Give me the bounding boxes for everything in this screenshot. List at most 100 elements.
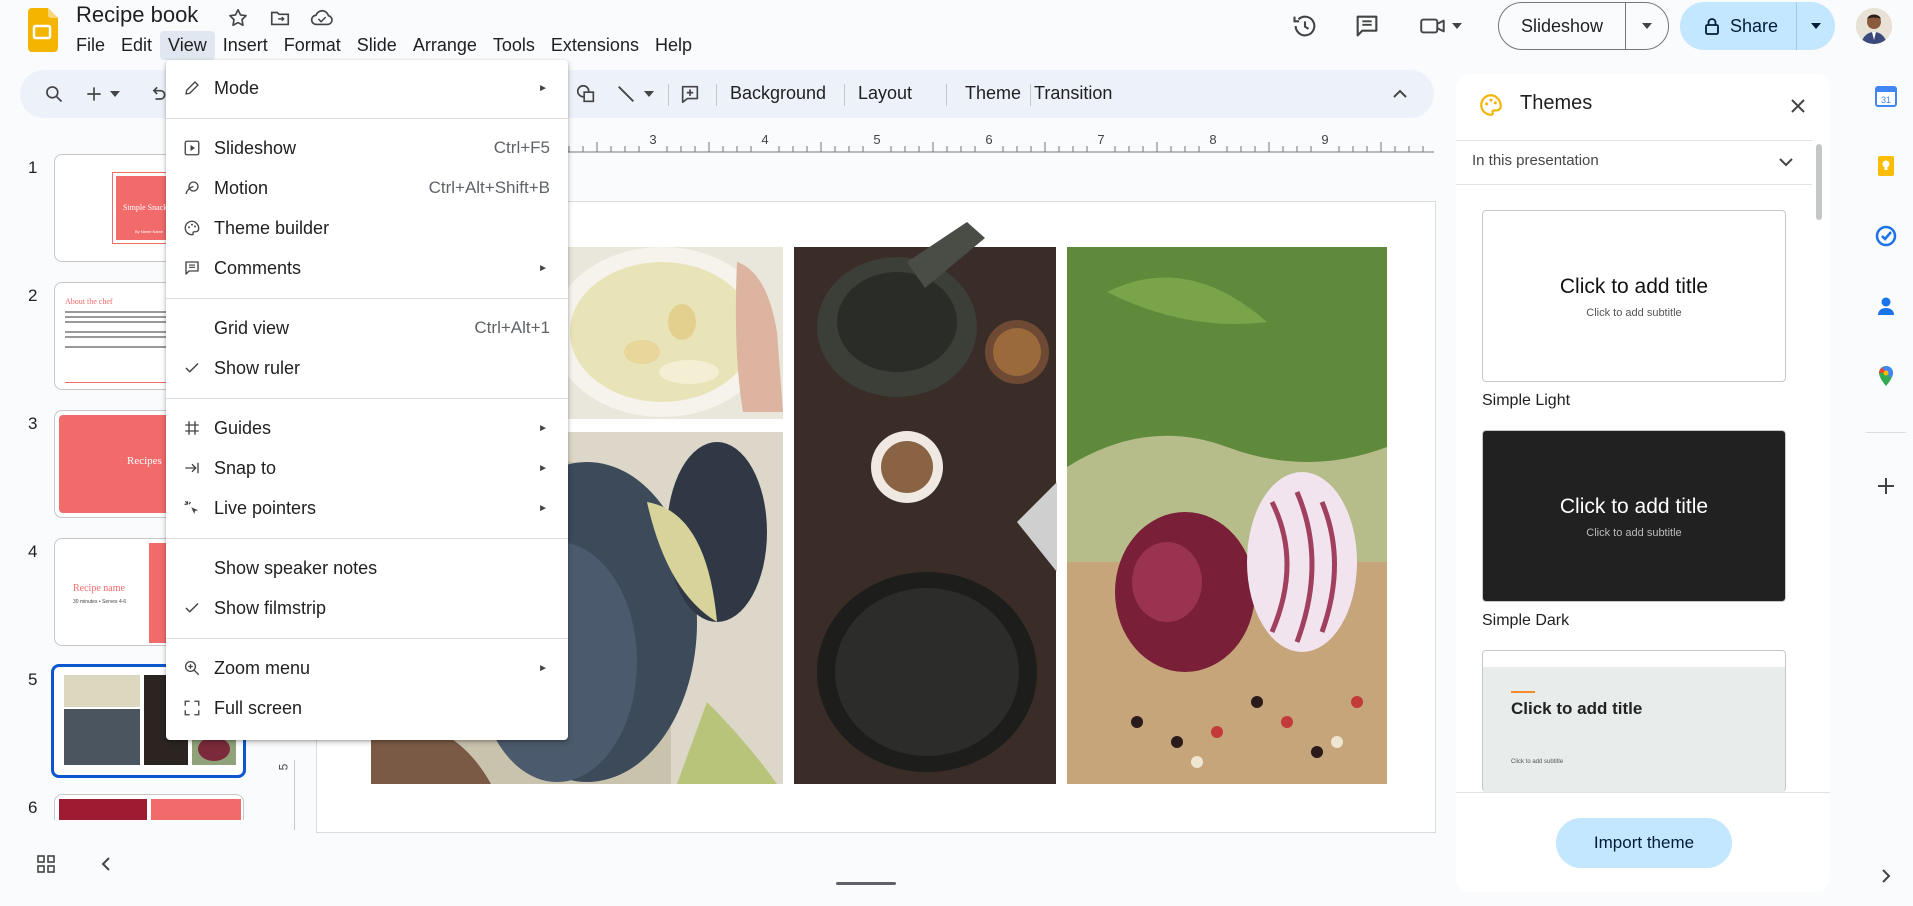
- add-comment-icon[interactable]: [678, 82, 702, 106]
- add-addon-icon[interactable]: [1872, 472, 1900, 500]
- close-icon[interactable]: [1786, 94, 1810, 118]
- toolbar-divider: [1030, 84, 1031, 106]
- menu-item-zoom-menu[interactable]: Zoom menu ►: [166, 650, 568, 686]
- menu-format[interactable]: Format: [276, 31, 349, 60]
- menu-item-theme-builder[interactable]: Theme builder: [166, 210, 568, 246]
- menu-slide[interactable]: Slide: [349, 31, 405, 60]
- ruler-label: 8: [1209, 132, 1216, 147]
- menu-item-snap-to[interactable]: Snap to ►: [166, 450, 568, 486]
- move-folder-icon[interactable]: [266, 4, 294, 32]
- submenu-arrow-icon: ►: [538, 422, 548, 434]
- menu-item-label: Comments: [214, 257, 302, 278]
- panel-divider: [1456, 184, 1812, 185]
- menu-item-live-pointers[interactable]: Live pointers ►: [166, 490, 568, 526]
- menu-divider: [166, 118, 568, 119]
- grid-view-icon[interactable]: [34, 852, 58, 876]
- version-history-icon[interactable]: [1290, 8, 1320, 44]
- themes-filter-dropdown[interactable]: In this presentation: [1472, 152, 1599, 169]
- contacts-icon[interactable]: [1872, 292, 1900, 320]
- theme-card-simple-light[interactable]: Click to add title Click to add subtitle: [1482, 210, 1786, 382]
- menu-divider: [166, 538, 568, 539]
- menu-edit[interactable]: Edit: [113, 31, 160, 60]
- menu-help[interactable]: Help: [647, 31, 700, 60]
- rail-divider: [1866, 432, 1906, 433]
- menu-item-slideshow[interactable]: Slideshow Ctrl+F5: [166, 130, 568, 166]
- theme-card-streamline[interactable]: Click to add title Click to add subtitle: [1482, 650, 1786, 792]
- panel-divider: [1456, 140, 1812, 141]
- layout-button[interactable]: Layout: [858, 83, 912, 104]
- line-caret-icon[interactable]: [642, 82, 656, 106]
- shape-icon[interactable]: [574, 82, 598, 106]
- transition-button[interactable]: Transition: [1034, 83, 1112, 104]
- cloud-saved-icon[interactable]: [308, 4, 336, 32]
- calendar-icon[interactable]: 31: [1872, 82, 1900, 110]
- background-button[interactable]: Background: [730, 83, 826, 104]
- chevron-up-icon[interactable]: [1388, 82, 1412, 106]
- menu-item-label: Show filmstrip: [214, 597, 327, 618]
- expand-side-panel-icon[interactable]: [1872, 862, 1900, 890]
- collapse-filmstrip-icon[interactable]: [94, 852, 118, 876]
- slide-number: 6: [28, 798, 38, 817]
- menu-item-shortcut: Ctrl+F5: [493, 138, 550, 157]
- slide-thumbnail-6[interactable]: [54, 794, 244, 820]
- ruler-label: 4: [761, 132, 768, 147]
- new-slide-caret-icon[interactable]: [108, 82, 122, 106]
- panel-divider: [1456, 792, 1830, 793]
- menu-item-grid-view[interactable]: Grid view Ctrl+Alt+1: [166, 310, 568, 346]
- slideshow-button-group: Slideshow: [1498, 2, 1669, 50]
- comments-icon[interactable]: [1352, 8, 1382, 44]
- chevron-down-icon[interactable]: [1774, 150, 1798, 174]
- line-icon[interactable]: [614, 82, 638, 106]
- slide-number: 1: [28, 158, 38, 177]
- menu-item-comments[interactable]: Comments ►: [166, 250, 568, 286]
- star-icon[interactable]: [224, 4, 252, 32]
- menu-item-show-speaker-notes[interactable]: Show speaker notes: [166, 550, 568, 586]
- menu-tools[interactable]: Tools: [485, 31, 543, 60]
- menu-item-full-screen[interactable]: Full screen: [166, 690, 568, 726]
- meet-button[interactable]: [1418, 8, 1476, 44]
- share-options-button[interactable]: [1797, 23, 1835, 29]
- slide-4-title: Recipe name: [73, 583, 125, 594]
- search-menus-icon[interactable]: [42, 82, 66, 106]
- slideshow-button[interactable]: Slideshow: [1499, 3, 1626, 49]
- submenu-arrow-icon: ►: [538, 662, 548, 674]
- menu-item-label: Show speaker notes: [214, 557, 378, 578]
- document-title[interactable]: Recipe book: [76, 2, 198, 28]
- grid-icon: [180, 416, 204, 440]
- menu-arrange[interactable]: Arrange: [405, 31, 485, 60]
- share-button[interactable]: Share: [1680, 2, 1797, 50]
- svg-text:31: 31: [1881, 95, 1891, 105]
- theme-button[interactable]: Theme: [945, 83, 1021, 104]
- menu-item-show-filmstrip[interactable]: Show filmstrip: [166, 590, 568, 626]
- menu-extensions[interactable]: Extensions: [543, 31, 647, 60]
- tasks-icon[interactable]: [1872, 222, 1900, 250]
- menu-item-show-ruler[interactable]: Show ruler: [166, 350, 568, 386]
- theme-card-subtitle: Click to add subtitle: [1586, 307, 1682, 319]
- zoom-icon: [180, 656, 204, 680]
- import-theme-button[interactable]: Import theme: [1556, 818, 1732, 868]
- new-slide-icon[interactable]: [82, 82, 106, 106]
- panel-scrollbar[interactable]: [1816, 144, 1822, 220]
- ruler-label: 3: [649, 132, 656, 147]
- maps-icon[interactable]: [1872, 362, 1900, 390]
- ruler-label: 6: [985, 132, 992, 147]
- slideshow-options-button[interactable]: [1626, 23, 1668, 29]
- palette-icon: [180, 216, 204, 240]
- speaker-notes-drag-handle[interactable]: [836, 882, 896, 885]
- slide-4-subtitle: 30 minutes • Serves 4-6: [73, 599, 127, 605]
- account-avatar[interactable]: [1856, 8, 1892, 44]
- menu-item-guides[interactable]: Guides ►: [166, 410, 568, 446]
- menu-insert[interactable]: Insert: [215, 31, 276, 60]
- slides-logo[interactable]: [26, 8, 58, 52]
- menu-divider: [166, 398, 568, 399]
- menu-view[interactable]: View: [160, 30, 215, 60]
- menu-file[interactable]: File: [68, 31, 113, 60]
- menu-item-label: Snap to: [214, 457, 277, 478]
- fullscreen-icon: [180, 696, 204, 720]
- menu-item-label: Zoom menu: [214, 657, 311, 678]
- menu-item-motion[interactable]: Motion Ctrl+Alt+Shift+B: [166, 170, 568, 206]
- submenu-arrow-icon: ►: [538, 82, 548, 94]
- menu-item-mode[interactable]: Mode ►: [166, 70, 568, 106]
- keep-icon[interactable]: [1872, 152, 1900, 180]
- theme-card-simple-dark[interactable]: Click to add title Click to add subtitle: [1482, 430, 1786, 602]
